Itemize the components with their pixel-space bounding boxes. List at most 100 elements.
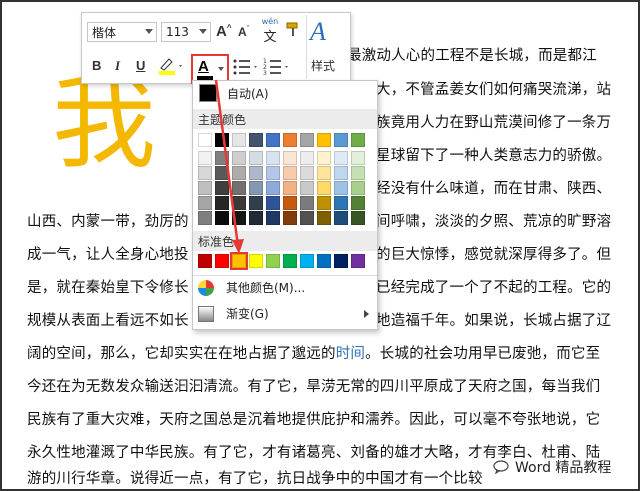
theme-color-swatch[interactable] [249, 211, 263, 225]
theme-color-swatch[interactable] [317, 151, 331, 165]
text-line: 阔的空间，那么，它却实实在在地占据了邈远的时间。长城的社会功用早已废弛，而它至 [27, 342, 600, 363]
theme-color-swatch[interactable] [232, 166, 246, 180]
theme-color-swatch[interactable] [232, 211, 246, 225]
text-line: 成一气，让人全身心地投 [27, 247, 189, 263]
theme-color-swatch[interactable] [334, 181, 348, 195]
theme-color-swatch[interactable] [300, 166, 314, 180]
theme-color-swatch[interactable] [283, 166, 297, 180]
text-segment: 。长城的社会功用早已废弛，而它至 [365, 346, 601, 362]
theme-color-swatch[interactable] [351, 211, 365, 225]
theme-color-swatch[interactable] [249, 181, 263, 195]
down-caret-icon: ˇ [246, 26, 250, 33]
theme-color-swatch[interactable] [334, 133, 348, 147]
theme-color-swatch[interactable] [351, 166, 365, 180]
theme-color-swatch[interactable] [215, 166, 229, 180]
theme-color-swatch[interactable] [334, 166, 348, 180]
theme-color-swatch[interactable] [266, 196, 280, 210]
highlight-pen-icon[interactable] [157, 56, 185, 76]
standard-color-swatch[interactable] [198, 254, 212, 268]
theme-color-swatch[interactable] [283, 181, 297, 195]
text-line: 地造福千年。如果说，长城占据了辽 [376, 313, 612, 329]
grow-font-button[interactable]: A^ [216, 23, 232, 40]
italic-button[interactable]: I [115, 58, 120, 74]
text-line: 游的川行华章。说得近一点，有了它，抗日战争中的中国才有一个比较 [27, 471, 483, 487]
theme-color-swatch[interactable] [198, 166, 212, 180]
phonetic-guide-button[interactable]: wén 文 [259, 17, 281, 45]
theme-color-swatch[interactable] [300, 196, 314, 210]
theme-color-swatch[interactable] [249, 151, 263, 165]
more-colors-item[interactable]: 其他颜色(M)... [198, 279, 305, 296]
theme-color-swatch[interactable] [215, 196, 229, 210]
theme-color-swatch[interactable] [266, 151, 280, 165]
theme-color-swatch[interactable] [317, 211, 331, 225]
theme-colors-header: 主题颜色 [193, 109, 377, 129]
theme-color-swatch[interactable] [266, 133, 280, 147]
theme-color-swatch[interactable] [215, 151, 229, 165]
theme-color-swatch[interactable] [334, 211, 348, 225]
theme-color-swatch[interactable] [266, 211, 280, 225]
theme-color-swatch[interactable] [317, 133, 331, 147]
theme-color-swatch[interactable] [283, 211, 297, 225]
theme-color-swatch[interactable] [198, 211, 212, 225]
standard-color-swatch[interactable] [300, 254, 314, 268]
standard-colors-header: 标准色 [193, 231, 377, 251]
theme-color-swatch[interactable] [266, 181, 280, 195]
text-line: 规模从表面上看远不如长 [27, 313, 189, 329]
automatic-color-swatch [199, 84, 217, 102]
theme-color-swatch[interactable] [249, 133, 263, 147]
theme-color-swatch[interactable] [351, 151, 365, 165]
theme-color-swatch[interactable] [300, 133, 314, 147]
standard-color-swatch[interactable] [351, 254, 365, 268]
standard-color-swatch[interactable] [317, 254, 331, 268]
theme-color-swatch[interactable] [215, 181, 229, 195]
standard-color-swatch[interactable] [283, 254, 297, 268]
theme-color-swatch[interactable] [215, 211, 229, 225]
font-name-select[interactable]: 楷体 [87, 22, 157, 42]
text-line: 山西、内蒙一带，劲厉的 [27, 214, 189, 230]
theme-color-swatch[interactable] [334, 151, 348, 165]
theme-color-swatch[interactable] [232, 133, 246, 147]
bullet-list-icon[interactable] [232, 57, 260, 77]
theme-color-swatch[interactable] [351, 133, 365, 147]
theme-color-swatch[interactable] [232, 151, 246, 165]
bold-button[interactable]: B [92, 58, 101, 73]
automatic-color-item[interactable]: 自动(A) [199, 84, 269, 102]
theme-color-swatch[interactable] [198, 133, 212, 147]
standard-color-swatch[interactable] [249, 254, 263, 268]
theme-color-swatch[interactable] [317, 166, 331, 180]
enlarged-character[interactable]: 我 [52, 70, 156, 174]
underline-button[interactable]: U [136, 58, 145, 73]
theme-color-swatch[interactable] [283, 151, 297, 165]
watermark-text: Word 精品教程 [515, 460, 612, 476]
theme-color-swatch[interactable] [283, 133, 297, 147]
theme-color-swatch[interactable] [266, 166, 280, 180]
theme-color-swatch[interactable] [215, 133, 229, 147]
theme-color-swatch[interactable] [249, 166, 263, 180]
theme-color-swatch[interactable] [249, 196, 263, 210]
shrink-font-button[interactable]: Aˇ [238, 25, 249, 39]
theme-color-swatch[interactable] [334, 196, 348, 210]
styles-icon: A [310, 17, 326, 46]
theme-color-swatch[interactable] [232, 196, 246, 210]
mini-toolbar: 楷体 113 A^ Aˇ wén 文 A 样式 B I U A 1 2 3 [81, 12, 351, 84]
standard-color-swatch[interactable] [266, 254, 280, 268]
theme-color-swatch[interactable] [351, 181, 365, 195]
gradient-item[interactable]: 渐变(G) [198, 305, 269, 322]
format-painter-icon[interactable] [285, 21, 303, 39]
theme-color-swatch[interactable] [317, 196, 331, 210]
numbered-list-icon[interactable]: 1 2 3 [263, 57, 291, 77]
theme-color-swatch[interactable] [283, 196, 297, 210]
theme-color-swatch[interactable] [317, 181, 331, 195]
standard-color-swatch[interactable] [215, 254, 229, 268]
font-size-select[interactable]: 113 [161, 22, 211, 42]
theme-color-swatch[interactable] [300, 181, 314, 195]
theme-color-swatch[interactable] [351, 196, 365, 210]
standard-color-swatch[interactable] [334, 254, 348, 268]
theme-color-swatch[interactable] [232, 181, 246, 195]
theme-color-swatch[interactable] [198, 196, 212, 210]
theme-color-swatch[interactable] [198, 151, 212, 165]
theme-color-swatch[interactable] [300, 211, 314, 225]
theme-color-swatch[interactable] [300, 151, 314, 165]
styles-button-label[interactable]: 样式 [311, 57, 335, 74]
theme-color-swatch[interactable] [198, 181, 212, 195]
